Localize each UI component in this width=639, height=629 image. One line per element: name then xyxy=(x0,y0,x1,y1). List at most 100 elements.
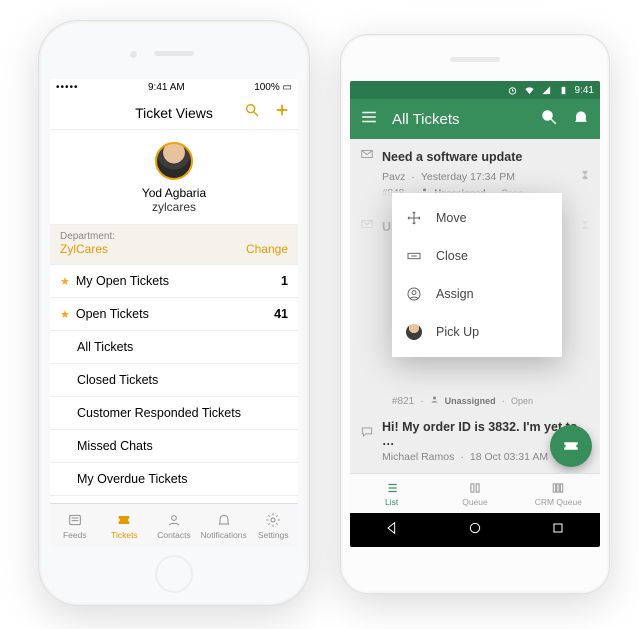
star-icon: ★ xyxy=(60,275,70,288)
search-icon[interactable] xyxy=(244,102,260,123)
search-icon[interactable] xyxy=(540,108,558,131)
tab-label: Notifications xyxy=(200,530,246,540)
chat-icon xyxy=(360,425,374,444)
android-bottom-tabs: List Queue CRM Queue xyxy=(350,473,600,513)
tab-contacts[interactable]: Contacts xyxy=(149,504,199,547)
ticket-contact: Pavz xyxy=(382,171,405,183)
iphone-frame: ••••• 9:41 AM 100% ▭ Ticket Views Yod Ag… xyxy=(38,20,310,606)
status-time: 9:41 xyxy=(575,85,594,96)
nav-recent[interactable] xyxy=(550,520,566,541)
hamburger-icon[interactable] xyxy=(360,108,378,131)
android-app-bar: All Tickets xyxy=(350,99,600,139)
bell-icon[interactable] xyxy=(572,108,590,131)
signal-dots: ••••• xyxy=(56,82,79,93)
ios-tab-bar: Feeds Tickets Contacts Notifications Set… xyxy=(50,503,298,547)
tab-crm-queue[interactable]: CRM Queue xyxy=(517,474,600,513)
battery-icon xyxy=(558,85,569,96)
view-item[interactable]: ★ Open Tickets 41 xyxy=(50,298,298,331)
department-value: ZylCares xyxy=(60,242,108,256)
envelope-icon xyxy=(360,147,374,166)
profile-name: Yod Agbaria xyxy=(142,186,206,200)
department-label: Department: xyxy=(60,231,115,242)
user-avatar-icon xyxy=(406,324,422,340)
star-icon: ★ xyxy=(60,308,70,321)
fab-new-ticket[interactable] xyxy=(550,425,592,467)
android-speaker xyxy=(450,57,500,62)
ticket-views-list: ★ My Open Tickets 1 ★ Open Tickets 41 Al… xyxy=(50,265,298,529)
iphone-camera xyxy=(130,51,137,58)
view-count: 41 xyxy=(274,307,288,321)
iphone-screen: ••••• 9:41 AM 100% ▭ Ticket Views Yod Ag… xyxy=(50,79,298,547)
tab-list[interactable]: List xyxy=(350,474,433,513)
android-nav-bar xyxy=(350,513,600,547)
assign-icon xyxy=(406,286,422,302)
status-time: 9:41 AM xyxy=(148,82,185,93)
tab-label: Contacts xyxy=(157,530,191,540)
ticket-contact: Michael Ramos xyxy=(382,451,454,463)
tab-notifications[interactable]: Notifications xyxy=(199,504,249,547)
view-label: My Overdue Tickets xyxy=(77,472,288,486)
view-count: 1 xyxy=(281,274,288,288)
menu-close[interactable]: Close xyxy=(392,237,562,275)
ticket-state: Open xyxy=(511,396,533,406)
view-label: Open Tickets xyxy=(76,307,274,321)
appbar-title: All Tickets xyxy=(392,111,526,128)
profile-avatar[interactable] xyxy=(155,142,193,180)
view-item[interactable]: ★ My Open Tickets 1 xyxy=(50,265,298,298)
iphone-speaker xyxy=(154,51,194,56)
ios-status-bar: ••••• 9:41 AM 100% ▭ xyxy=(50,79,298,96)
profile-org: zylcares xyxy=(152,200,196,214)
view-item[interactable]: Customer Responded Tickets xyxy=(50,397,298,430)
view-label: Customer Responded Tickets xyxy=(77,406,288,420)
menu-label: Assign xyxy=(436,287,474,301)
view-label: My Open Tickets xyxy=(76,274,281,288)
tab-label: Settings xyxy=(258,530,289,540)
tab-feeds[interactable]: Feeds xyxy=(50,504,100,547)
view-item[interactable]: Missed Chats xyxy=(50,430,298,463)
view-label: All Tickets xyxy=(77,340,288,354)
tab-label: Tickets xyxy=(111,530,138,540)
header-title: Ticket Views xyxy=(135,105,213,121)
profile-block: Yod Agbaria zylcares xyxy=(50,130,298,224)
nav-home[interactable] xyxy=(467,520,483,541)
view-item[interactable]: All Tickets xyxy=(50,331,298,364)
signal-icon xyxy=(541,85,552,96)
ticket-plus-icon xyxy=(562,437,580,455)
add-icon[interactable] xyxy=(274,102,290,123)
tab-queue[interactable]: Queue xyxy=(433,474,516,513)
wifi-icon xyxy=(524,85,535,96)
view-item[interactable]: My Overdue Tickets xyxy=(50,463,298,496)
menu-label: Close xyxy=(436,249,468,263)
context-menu: Move Close Assign Pick Up xyxy=(392,193,562,357)
change-department-button[interactable]: Change xyxy=(246,242,288,256)
android-status-bar: 9:41 xyxy=(350,81,600,99)
ticket-subject: Need a software update xyxy=(382,150,522,164)
tab-tickets[interactable]: Tickets xyxy=(100,504,150,547)
tab-settings[interactable]: Settings xyxy=(248,504,298,547)
move-icon xyxy=(406,210,422,226)
close-ticket-icon xyxy=(406,248,422,264)
view-label: Closed Tickets xyxy=(77,373,288,387)
menu-move[interactable]: Move xyxy=(392,199,562,237)
department-bar: Department: ZylCares Change xyxy=(50,224,298,265)
status-battery: 100% ▭ xyxy=(254,82,292,93)
menu-label: Pick Up xyxy=(436,325,479,339)
tab-label: CRM Queue xyxy=(535,497,582,507)
menu-pickup[interactable]: Pick Up xyxy=(392,313,562,351)
view-item[interactable]: Closed Tickets xyxy=(50,364,298,397)
ticket-id: #821 xyxy=(392,396,414,407)
menu-label: Move xyxy=(436,211,467,225)
ticket-date: Yesterday 17:34 PM xyxy=(421,171,515,183)
ticket-date: 18 Oct 03:31 AM xyxy=(470,451,548,463)
tab-label: List xyxy=(385,497,398,507)
person-icon xyxy=(430,395,439,407)
home-button[interactable] xyxy=(155,555,193,593)
android-screen: 9:41 All Tickets Need a software update xyxy=(350,81,600,547)
menu-assign[interactable]: Assign xyxy=(392,275,562,313)
ios-header: Ticket Views xyxy=(50,96,298,130)
android-frame: 9:41 All Tickets Need a software update xyxy=(340,34,610,594)
alarm-icon xyxy=(507,85,518,96)
ticket-list[interactable]: Need a software update Pavz · Yesterday … xyxy=(350,139,600,473)
tab-label: Feeds xyxy=(63,530,87,540)
nav-back[interactable] xyxy=(384,520,400,541)
